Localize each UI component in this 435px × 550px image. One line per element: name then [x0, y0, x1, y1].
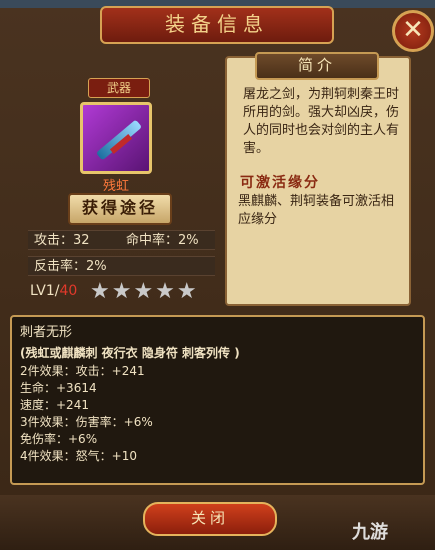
star-rating: ★★★★★	[90, 279, 199, 304]
item-category: 武器	[88, 78, 150, 98]
close-button[interactable]: 关闭	[143, 502, 277, 536]
set-effect-line: 速度：+241	[20, 398, 89, 412]
stat-label: 命中率	[126, 233, 166, 248]
stat-label: 攻击	[34, 233, 61, 248]
combo-text: 黑麒麟、荆轲装备可激活相应缘分	[238, 194, 395, 227]
window-title: 装备信息	[100, 6, 334, 44]
stat-value: 2%	[86, 259, 107, 274]
item-name: 残虹	[102, 179, 129, 194]
stat-value: 2%	[178, 233, 199, 248]
combo-heading: 可激活缘分	[240, 175, 320, 191]
level-current: LV1/	[30, 283, 60, 299]
item-level: LV1/40	[30, 283, 77, 299]
set-effect-line: 3件效果：伤害率：+6%	[20, 415, 153, 429]
set-effect-line: 2件效果：攻击：+241	[20, 364, 145, 378]
stat-value: 32	[73, 233, 90, 248]
close-x-icon[interactable]: ✕	[392, 10, 434, 52]
set-effect-line: 4件效果：怒气：+10	[20, 449, 137, 463]
stat-hit-rate: 命中率：2%	[120, 230, 215, 250]
stat-attack: 攻击：32	[28, 230, 120, 250]
intro-heading: 简介	[255, 52, 379, 80]
watermark-logo: 九游	[352, 522, 388, 543]
set-effect-line: 生命：+3614	[20, 381, 97, 395]
level-max: 40	[59, 283, 78, 299]
set-pieces: (残虹或麒麟刺 夜行衣 隐身符 刺客列传 )	[20, 346, 240, 360]
item-icon[interactable]	[80, 102, 152, 174]
stat-counter-rate: 反击率：2%	[28, 256, 215, 276]
intro-text: 屠龙之剑，为荆轲刺秦王时所用的剑。强大却凶戾，伤人的同时也会对剑的主人有害。	[243, 87, 400, 156]
set-effect-line: 免伤率：+6%	[20, 432, 98, 446]
stat-label: 反击率	[34, 259, 74, 274]
obtain-source-button[interactable]: 获得途径	[68, 193, 172, 225]
set-name: 刺者无形	[20, 325, 73, 340]
